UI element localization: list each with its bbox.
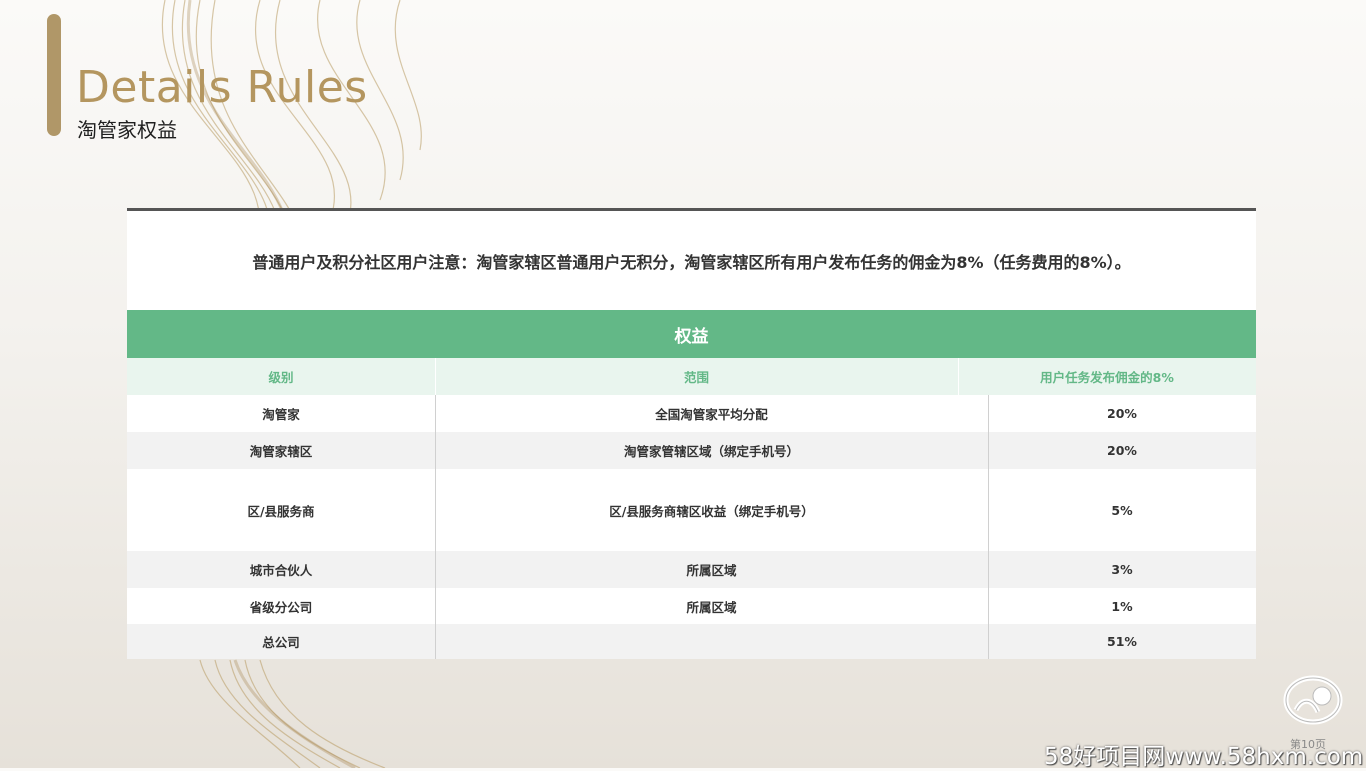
- table-row: 城市合伙人 所属区域 3%: [127, 551, 1256, 588]
- column-header-level: 级别: [268, 370, 294, 385]
- cell-scope: 全国淘管家平均分配: [655, 407, 768, 422]
- cell-commission: 20%: [1107, 443, 1137, 458]
- cell-scope: 所属区域: [686, 563, 737, 578]
- table-row: 淘管家辖区 淘管家管辖区域（绑定手机号） 20%: [127, 432, 1256, 469]
- cell-commission: 51%: [1107, 634, 1137, 649]
- header-divider: [435, 358, 436, 395]
- cell-scope: 所属区域: [686, 599, 737, 615]
- title-accent-bar: [47, 14, 61, 136]
- cell-commission: 20%: [1107, 406, 1137, 421]
- table-row: 省级分公司 所属区域 1%: [127, 588, 1256, 624]
- table-header-row: 级别 范围 用户任务发布佣金的8%: [127, 358, 1256, 395]
- column-divider: [435, 395, 436, 659]
- cell-level: 城市合伙人: [249, 563, 313, 578]
- cell-level: 淘管家辖区: [249, 444, 313, 459]
- header-divider: [958, 358, 959, 395]
- table-row: 区/县服务商 区/县服务商辖区收益（绑定手机号） 5%: [127, 469, 1256, 551]
- cell-scope: [435, 624, 988, 659]
- cell-level: 淘管家: [262, 407, 300, 422]
- rules-panel: 普通用户及积分社区用户注意：淘管家辖区普通用户无积分，淘管家辖区所有用户发布任务…: [127, 208, 1256, 659]
- cell-level: 总公司: [262, 635, 300, 650]
- page-title: Details Rules: [76, 62, 368, 113]
- cell-commission: 5%: [1111, 502, 1133, 518]
- table-band-title: 权益: [127, 310, 1256, 358]
- cell-scope: 淘管家管辖区域（绑定手机号）: [623, 444, 799, 459]
- column-divider: [988, 395, 989, 659]
- table-row: 淘管家 全国淘管家平均分配 20%: [127, 395, 1256, 432]
- watermark-text: 58好项目网www.58hxm.com: [1044, 744, 1364, 770]
- brand-logo-icon: [1283, 675, 1343, 725]
- table-row: 总公司 51%: [127, 624, 1256, 659]
- cell-commission: 1%: [1111, 598, 1133, 614]
- page-subtitle: 淘管家权益: [77, 118, 177, 142]
- notice-text: 普通用户及积分社区用户注意：淘管家辖区普通用户无积分，淘管家辖区所有用户发布任务…: [252, 252, 1131, 272]
- cell-level: 区/县服务商: [247, 503, 315, 519]
- column-header-scope: 范围: [683, 370, 709, 385]
- cell-level: 省级分公司: [249, 599, 313, 615]
- column-header-commission: 用户任务发布佣金的8%: [1040, 370, 1174, 385]
- cell-scope: 区/县服务商辖区收益（绑定手机号）: [609, 503, 814, 519]
- cell-commission: 3%: [1111, 562, 1133, 577]
